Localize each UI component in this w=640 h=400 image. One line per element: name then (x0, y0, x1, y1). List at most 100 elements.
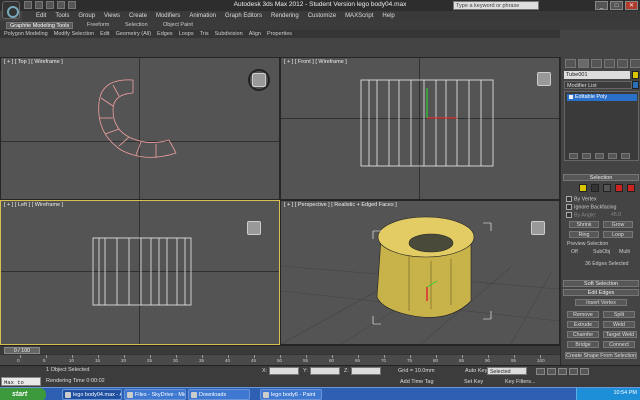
play-icon[interactable] (558, 368, 567, 375)
ignore-backfacing-checkbox[interactable]: Ignore Backfacing (566, 204, 616, 210)
taskbar-item-paint[interactable]: lego body6 - Paint (260, 389, 322, 400)
taskbar-item-3dsmax[interactable]: lego body04.max - A... (62, 389, 122, 400)
chevron-down-icon[interactable] (632, 81, 639, 89)
object-name-field[interactable]: Tube001 (564, 71, 630, 79)
connect-button[interactable]: Connect (603, 341, 635, 348)
by-angle-value[interactable]: 45.0 (611, 212, 621, 218)
ring-button[interactable]: Ring (569, 231, 599, 238)
element-mode-icon[interactable] (627, 184, 635, 192)
by-vertex-checkbox[interactable]: By Vertex (566, 196, 597, 202)
menu-views[interactable]: Views (104, 13, 120, 19)
modifier-list-dropdown[interactable]: Modifier List (564, 81, 632, 89)
edit-edges-rollout-header[interactable]: Edit Edges (563, 289, 639, 296)
panel-polygon-modeling[interactable]: Polygon Modeling (4, 31, 48, 37)
show-end-result-icon[interactable] (582, 153, 591, 159)
viewport-left-label[interactable]: [ + ] [ Left ] [ Wireframe ] (4, 202, 63, 208)
prev-frame-icon[interactable] (547, 368, 556, 375)
redo-icon[interactable] (68, 1, 76, 9)
viewport-perspective-label[interactable]: [ + ] [ Perspective ] [ Realistic + Edge… (284, 202, 397, 208)
set-key-button[interactable]: Set Key (464, 379, 483, 385)
chamfer-button[interactable]: Chamfer (567, 331, 599, 338)
panel-align[interactable]: Align (249, 31, 261, 37)
vertex-mode-icon[interactable] (579, 184, 587, 192)
menu-edit[interactable]: Edit (36, 13, 46, 19)
tab-object-paint[interactable]: Object Paint (160, 22, 196, 29)
open-icon[interactable] (35, 1, 43, 9)
goto-start-icon[interactable] (536, 368, 545, 375)
viewport-top-label[interactable]: [ + ] [ Top ] [ Wireframe ] (4, 59, 63, 65)
modify-tab-icon[interactable] (578, 59, 589, 68)
bridge-button[interactable]: Bridge (567, 341, 599, 348)
menu-maxscript[interactable]: MAXScript (345, 13, 373, 19)
make-unique-icon[interactable] (595, 153, 604, 159)
pin-stack-icon[interactable] (569, 153, 578, 159)
display-tab-icon[interactable] (617, 59, 628, 68)
goto-end-icon[interactable] (580, 368, 589, 375)
border-mode-icon[interactable] (603, 184, 611, 192)
viewport-front[interactable]: [ + ] [ Front ] [ Wireframe ] (280, 57, 560, 200)
utilities-tab-icon[interactable] (630, 59, 640, 68)
weld-button[interactable]: Weld (603, 321, 635, 328)
taskbar-item-skydrive[interactable]: Files - SkyDrive - Micr... (124, 389, 186, 400)
undo-icon[interactable] (57, 1, 65, 9)
panel-tris[interactable]: Tris (200, 31, 209, 37)
tab-graphite-modeling[interactable]: Graphite Modeling Tools (6, 22, 74, 29)
viewcube-left[interactable] (247, 221, 261, 235)
menu-rendering[interactable]: Rendering (271, 13, 299, 19)
menu-animation[interactable]: Animation (189, 13, 216, 19)
preview-multi-radio[interactable]: Multi (619, 249, 630, 255)
edge-mode-icon[interactable] (591, 184, 599, 192)
extrude-button[interactable]: Extrude (567, 321, 599, 328)
target-weld-button[interactable]: Target Weld (603, 331, 637, 338)
maximize-button[interactable]: □ (610, 1, 623, 10)
app-menu-icon[interactable] (2, 1, 20, 19)
start-button[interactable]: start (0, 388, 46, 400)
next-frame-icon[interactable] (569, 368, 578, 375)
minimize-button[interactable]: _ (595, 1, 608, 10)
create-shape-button[interactable]: Create Shape From Selection (565, 352, 637, 359)
panel-geometry[interactable]: Geometry (All) (116, 31, 151, 37)
menu-tools[interactable]: Tools (55, 13, 69, 19)
viewport-front-label[interactable]: [ + ] [ Front ] [ Wireframe ] (284, 59, 347, 65)
shrink-button[interactable]: Shrink (569, 221, 599, 228)
preview-subobj-radio[interactable]: SubObj (593, 249, 610, 255)
remove-modifier-icon[interactable] (608, 153, 617, 159)
menu-graph-editors[interactable]: Graph Editors (225, 13, 262, 19)
menu-customize[interactable]: Customize (308, 13, 336, 19)
y-coord-field[interactable] (310, 367, 340, 375)
time-slider[interactable]: 0 / 100 (4, 347, 40, 354)
viewcube-front[interactable] (537, 72, 551, 86)
taskbar-item-downloads[interactable]: Downloads (188, 389, 250, 400)
x-coord-field[interactable] (269, 367, 299, 375)
save-icon[interactable] (46, 1, 54, 9)
key-mode-select[interactable]: Selected (487, 367, 527, 375)
viewport-left[interactable]: [ + ] [ Left ] [ Wireframe ] (0, 200, 280, 345)
selection-rollout-header[interactable]: Selection (563, 174, 639, 181)
panel-edit[interactable]: Edit (100, 31, 109, 37)
configure-sets-icon[interactable] (621, 153, 630, 159)
new-icon[interactable] (24, 1, 32, 9)
auto-key-button[interactable]: Auto Key (465, 368, 487, 374)
object-color-swatch[interactable] (632, 71, 639, 79)
panel-loops[interactable]: Loops (179, 31, 194, 37)
panel-subdivision[interactable]: Subdivision (215, 31, 243, 37)
search-input[interactable]: Type a keyword or phrase (453, 1, 539, 10)
viewcube-top[interactable] (252, 73, 266, 87)
panel-edges[interactable]: Edges (157, 31, 173, 37)
z-coord-field[interactable] (351, 367, 381, 375)
insert-vertex-button[interactable]: Insert Vertex (575, 299, 627, 306)
panel-modify-selection[interactable]: Modify Selection (54, 31, 94, 37)
create-tab-icon[interactable] (565, 59, 576, 68)
close-button[interactable]: ✕ (625, 1, 638, 10)
viewport-perspective[interactable]: [ + ] [ Perspective ] [ Realistic + Edge… (280, 200, 560, 345)
menu-modifiers[interactable]: Modifiers (156, 13, 180, 19)
add-time-tag-button[interactable]: Add Time Tag (400, 379, 434, 385)
preview-off-radio[interactable]: Off (571, 249, 578, 255)
stack-item-editable-poly[interactable]: Editable Poly (567, 94, 637, 101)
grow-button[interactable]: Grow (603, 221, 633, 228)
hierarchy-tab-icon[interactable] (591, 59, 602, 68)
key-filters-button[interactable]: Key Filters... (505, 379, 536, 385)
split-button[interactable]: Split (603, 311, 635, 318)
maxscript-listener[interactable]: Max to Physc (1, 377, 41, 395)
loop-button[interactable]: Loop (603, 231, 633, 238)
